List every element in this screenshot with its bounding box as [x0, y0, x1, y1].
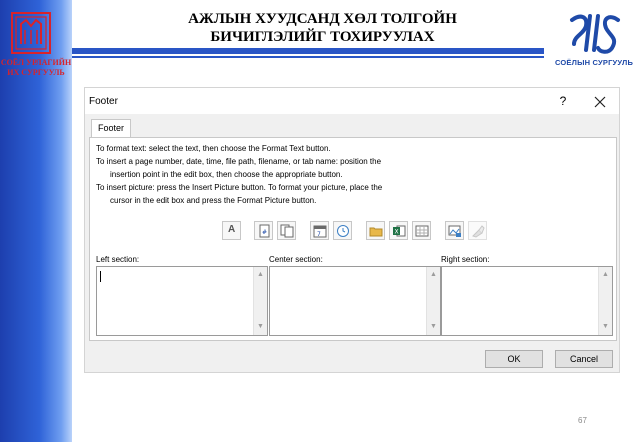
- scroll-up-icon[interactable]: ▲: [427, 269, 440, 281]
- left-section-input[interactable]: [97, 267, 253, 335]
- right-section-input[interactable]: [442, 267, 598, 335]
- date-icon: 7: [313, 225, 327, 238]
- center-section-label: Center section:: [269, 255, 323, 264]
- insert-date-button[interactable]: 7: [310, 221, 329, 240]
- footer-panel: To format text: select the text, then ch…: [89, 137, 617, 341]
- ok-button[interactable]: OK: [485, 350, 543, 368]
- instruction-line: To format text: select the text, then ch…: [96, 144, 331, 153]
- right-section-scrollbar[interactable]: ▲ ▼: [598, 267, 612, 335]
- svg-text:X: X: [395, 229, 399, 236]
- tab-footer[interactable]: Footer: [91, 119, 131, 138]
- header-footer-toolbar: A # 7 X: [222, 221, 492, 241]
- instruction-line: To insert a page number, date, time, fil…: [96, 157, 382, 166]
- right-section-label: Right section:: [441, 255, 490, 264]
- center-section-box: ▲ ▼: [269, 266, 441, 336]
- file-path-icon: [369, 227, 383, 237]
- university-caption: СОЁЛ УРЛАГИЙН ИХ СУРГУУЛЬ: [0, 58, 72, 78]
- text-caret: [100, 271, 101, 282]
- dialog-title: Footer: [89, 96, 118, 107]
- school-logo-caption: СОЁЛЫН СУРГУУЛЬ: [554, 58, 634, 67]
- instruction-line: cursor in the edit box and press the For…: [110, 196, 317, 205]
- close-icon[interactable]: [591, 93, 609, 111]
- left-section-scrollbar[interactable]: ▲ ▼: [253, 267, 267, 335]
- file-name-icon: X: [393, 225, 406, 237]
- format-picture-icon: [472, 225, 485, 238]
- scroll-up-icon[interactable]: ▲: [254, 269, 267, 281]
- center-section-scrollbar[interactable]: ▲ ▼: [426, 267, 440, 335]
- center-section-input[interactable]: [270, 267, 426, 335]
- number-of-pages-icon: [280, 224, 294, 238]
- university-caption-line2: ИХ СУРГУУЛЬ: [7, 68, 65, 77]
- format-text-icon: A: [228, 224, 236, 235]
- insert-picture-icon: [448, 225, 461, 237]
- sheet-name-icon: [415, 225, 429, 237]
- scroll-up-icon[interactable]: ▲: [599, 269, 612, 281]
- instruction-line: To insert picture: press the Insert Pict…: [96, 183, 383, 192]
- insert-file-path-button[interactable]: [366, 221, 385, 240]
- title-rule-thin: [72, 56, 544, 58]
- insert-picture-button[interactable]: [445, 221, 464, 240]
- footer-dialog: Footer ? Footer To format text: select t…: [84, 87, 620, 373]
- time-icon: [337, 225, 349, 237]
- university-caption-line1: СОЁЛ УРЛАГИЙН: [0, 58, 72, 67]
- instruction-line: insertion point in the edit box, then ch…: [110, 170, 343, 179]
- format-picture-button[interactable]: [468, 221, 487, 240]
- page-number: 67: [578, 416, 587, 425]
- svg-text:7: 7: [317, 231, 321, 238]
- page-number-icon: #: [259, 224, 270, 238]
- slide-title-line2: БИЧИГЛЭЛИЙГ ТОХИРУУЛАХ: [210, 29, 435, 45]
- format-text-button[interactable]: A: [222, 221, 241, 240]
- school-logo-icon: [570, 14, 620, 54]
- scroll-down-icon[interactable]: ▼: [254, 321, 267, 333]
- slide-title: АЖЛЫН ХУУДСАНД ХӨЛ ТОЛГОЙН БИЧИГЛЭЛИЙГ Т…: [150, 10, 495, 46]
- insert-time-button[interactable]: [333, 221, 352, 240]
- scroll-down-icon[interactable]: ▼: [599, 321, 612, 333]
- insert-number-of-pages-button[interactable]: [277, 221, 296, 240]
- right-section-box: ▲ ▼: [441, 266, 613, 336]
- insert-page-number-button[interactable]: #: [254, 221, 273, 240]
- help-button[interactable]: ?: [555, 93, 571, 109]
- svg-text:#: #: [262, 229, 267, 236]
- left-section-label: Left section:: [96, 255, 140, 264]
- title-rule: [72, 48, 544, 54]
- cancel-button[interactable]: Cancel: [555, 350, 613, 368]
- slide-title-line1: АЖЛЫН ХУУДСАНД ХӨЛ ТОЛГОЙН: [188, 11, 457, 27]
- left-section-box: ▲ ▼: [96, 266, 268, 336]
- university-logo-icon: [11, 12, 51, 54]
- insert-file-name-button[interactable]: X: [389, 221, 408, 240]
- dialog-titlebar: Footer ?: [85, 88, 619, 114]
- scroll-down-icon[interactable]: ▼: [427, 321, 440, 333]
- insert-sheet-name-button[interactable]: [412, 221, 431, 240]
